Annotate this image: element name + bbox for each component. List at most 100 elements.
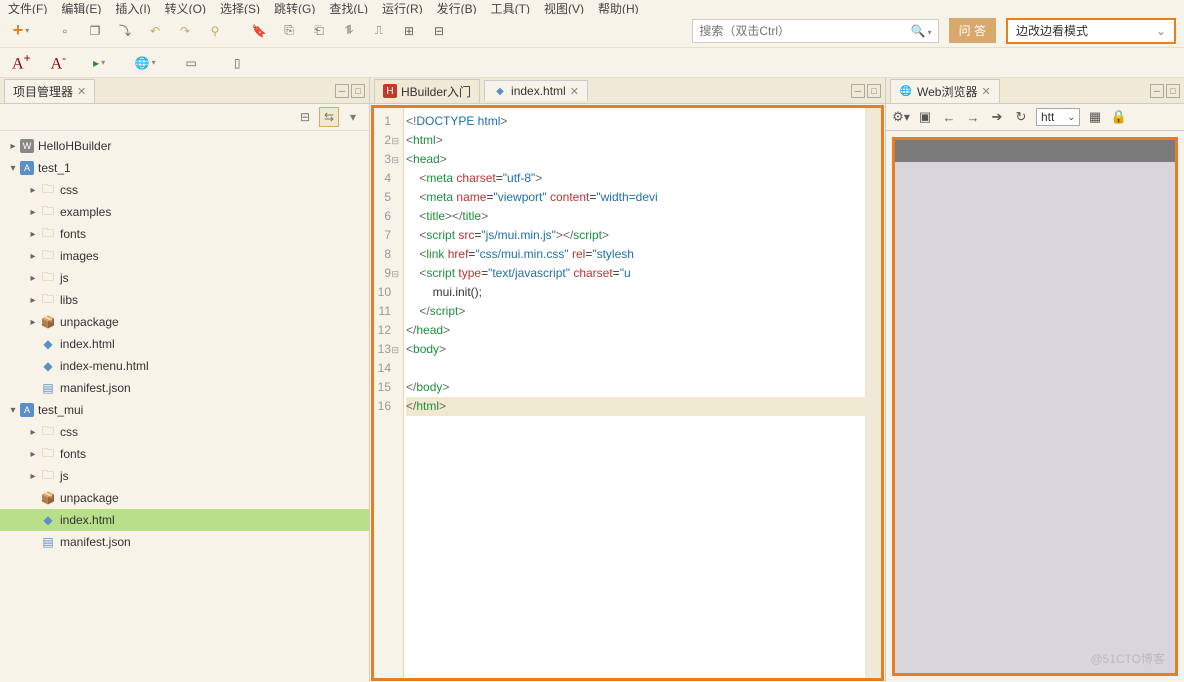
code-editor[interactable]: 12⊟3⊟456789⊟10111213⊟141516 <!DOCTYPE ht… (371, 105, 884, 681)
chrome-icon[interactable]: 🌐▾ (132, 50, 158, 76)
tree-item[interactable]: ◆index-menu.html (0, 355, 369, 377)
menu-escape[interactable]: 转义(O) (165, 0, 206, 14)
tool4-icon[interactable]: ⎍ (366, 18, 392, 44)
tree-item[interactable]: ◆index.html (0, 509, 369, 531)
tree-item[interactable]: 📦unpackage (0, 487, 369, 509)
new-button[interactable]: +▾ (8, 18, 34, 44)
view-mode-label: 边改边看模式 (1016, 22, 1088, 39)
link-editor-icon[interactable]: ⇆ (319, 107, 339, 127)
font-decrease-button[interactable]: A- (51, 51, 67, 73)
hbuilder-icon: H (383, 84, 397, 98)
save-icon[interactable]: ▫ (52, 18, 78, 44)
redo-icon[interactable]: ↷ (172, 18, 198, 44)
search-input[interactable] (699, 24, 910, 38)
tree-item[interactable]: ▸🗀libs (0, 289, 369, 311)
cut-icon[interactable]: ⚲ (202, 18, 228, 44)
menu-tools[interactable]: 工具(T) (491, 0, 530, 14)
forward-icon[interactable]: → (964, 108, 982, 126)
menu-insert[interactable]: 插入(I) (115, 0, 150, 14)
menu-file[interactable]: 文件(F) (8, 0, 47, 14)
view-mode-dropdown[interactable]: 边改边看模式 ⌄ (1006, 18, 1176, 44)
menu-select[interactable]: 选择(S) (220, 0, 260, 14)
screenshot-icon[interactable]: ▣ (916, 108, 934, 126)
url-select[interactable]: htt⌄ (1036, 108, 1080, 126)
editor-tabbar: H HBuilder入门 ◆ index.html ✕ ─ □ (370, 78, 885, 104)
minimize-icon[interactable]: ─ (851, 84, 865, 98)
browser-tab[interactable]: 🌐 Web浏览器 ✕ (890, 79, 1000, 103)
close-icon[interactable]: ✕ (77, 85, 86, 98)
tab-index-html[interactable]: ◆ index.html ✕ (484, 80, 588, 101)
web-browser-panel: 🌐 Web浏览器 ✕ ─ □ ⚙▾ ▣ ← → ➔ ↻ htt⌄ ▦ 🔒 @51… (886, 78, 1184, 682)
tool3-icon[interactable]: ⥮ (336, 18, 362, 44)
tab-hbuilder-intro[interactable]: H HBuilder入门 (374, 79, 480, 103)
lock-icon[interactable]: 🔒 (1110, 108, 1128, 126)
flag-icon[interactable]: ▸▾ (86, 50, 112, 76)
tree-item[interactable]: ▸WHelloHBuilder (0, 135, 369, 157)
tool1-icon[interactable]: ⎘ (276, 18, 302, 44)
menu-edit[interactable]: 编辑(E) (61, 0, 101, 14)
tab-label: index.html (511, 84, 566, 98)
code-area[interactable]: <!DOCTYPE html> <html> <head> <meta char… (404, 108, 865, 678)
tree-item[interactable]: ▸🗀fonts (0, 223, 369, 245)
font-increase-button[interactable]: A+ (12, 51, 31, 73)
tree-item[interactable]: ▸🗀js (0, 267, 369, 289)
maximize-icon[interactable]: □ (1166, 84, 1180, 98)
browser-tabbar: 🌐 Web浏览器 ✕ ─ □ (886, 78, 1184, 104)
qr-icon[interactable]: ▦ (1086, 108, 1104, 126)
minimize-icon[interactable]: ─ (335, 84, 349, 98)
close-icon[interactable]: ✕ (570, 85, 579, 98)
menu-icon[interactable]: ▾ (343, 107, 363, 127)
search-icon[interactable]: 🔍▾ (911, 24, 932, 38)
menu-view[interactable]: 视图(V) (544, 0, 584, 14)
undo-icon[interactable]: ↶ (142, 18, 168, 44)
project-tree[interactable]: ▸WHelloHBuilder▾Atest_1▸🗀css▸🗀examples▸🗀… (0, 131, 369, 682)
menu-goto[interactable]: 跳转(G) (274, 0, 315, 14)
ask-button[interactable]: 问 答 (949, 18, 996, 43)
project-manager-panel: 项目管理器 ✕ ─ □ ⊟ ⇆ ▾ ▸WHelloHBuilder▾Atest_… (0, 78, 370, 682)
tree-item[interactable]: ▾Atest_mui (0, 399, 369, 421)
pm-toolbar: ⊟ ⇆ ▾ (0, 104, 369, 131)
tab-label: HBuilder入门 (401, 83, 471, 100)
menu-publish[interactable]: 发行(B) (437, 0, 477, 14)
editor-panel: H HBuilder入门 ◆ index.html ✕ ─ □ 12⊟3⊟456… (370, 78, 886, 682)
close-icon[interactable]: ✕ (981, 85, 990, 98)
collapse-icon[interactable]: ⊟ (295, 107, 315, 127)
import-icon[interactable]: ⤵ (112, 18, 138, 44)
tree-item[interactable]: ▸🗀fonts (0, 443, 369, 465)
menu-run[interactable]: 运行(R) (382, 0, 423, 14)
save-all-icon[interactable]: ❐ (82, 18, 108, 44)
search-box[interactable]: 🔍▾ (692, 19, 938, 43)
maximize-icon[interactable]: □ (351, 84, 365, 98)
back-icon[interactable]: ← (940, 108, 958, 126)
tree-item[interactable]: ▸🗀images (0, 245, 369, 267)
globe-icon: 🌐 (899, 84, 913, 98)
tool2-icon[interactable]: ⎗ (306, 18, 332, 44)
tree-item[interactable]: ▸🗀css (0, 179, 369, 201)
maximize-icon[interactable]: □ (867, 84, 881, 98)
tree-item[interactable]: ▸🗀js (0, 465, 369, 487)
tree-item[interactable]: ▤manifest.json (0, 377, 369, 399)
tool5-icon[interactable]: ⊞ (396, 18, 422, 44)
preview-header (895, 140, 1175, 162)
html-file-icon: ◆ (493, 84, 507, 98)
gear-icon[interactable]: ⚙▾ (892, 108, 910, 126)
go-icon[interactable]: ➔ (988, 108, 1006, 126)
bookmark-icon[interactable]: 🔖 (246, 18, 272, 44)
menu-find[interactable]: 查找(L) (329, 0, 368, 14)
refresh-icon[interactable]: ↻ (1012, 108, 1030, 126)
tree-item[interactable]: ◆index.html (0, 333, 369, 355)
tree-item[interactable]: ▸📦unpackage (0, 311, 369, 333)
chevron-down-icon: ⌄ (1156, 24, 1166, 38)
mobile-icon[interactable]: ▯ (224, 50, 250, 76)
tree-item[interactable]: ▸🗀css (0, 421, 369, 443)
pm-tab[interactable]: 项目管理器 ✕ (4, 79, 95, 103)
tree-item[interactable]: ▾Atest_1 (0, 157, 369, 179)
menu-help[interactable]: 帮助(H) (598, 0, 639, 14)
tool6-icon[interactable]: ⊟ (426, 18, 452, 44)
minimize-icon[interactable]: ─ (1150, 84, 1164, 98)
vertical-scrollbar[interactable] (865, 108, 881, 678)
device-icon[interactable]: ▭ (178, 50, 204, 76)
tree-item[interactable]: ▤manifest.json (0, 531, 369, 553)
pm-tab-label: 项目管理器 (13, 83, 73, 100)
tree-item[interactable]: ▸🗀examples (0, 201, 369, 223)
